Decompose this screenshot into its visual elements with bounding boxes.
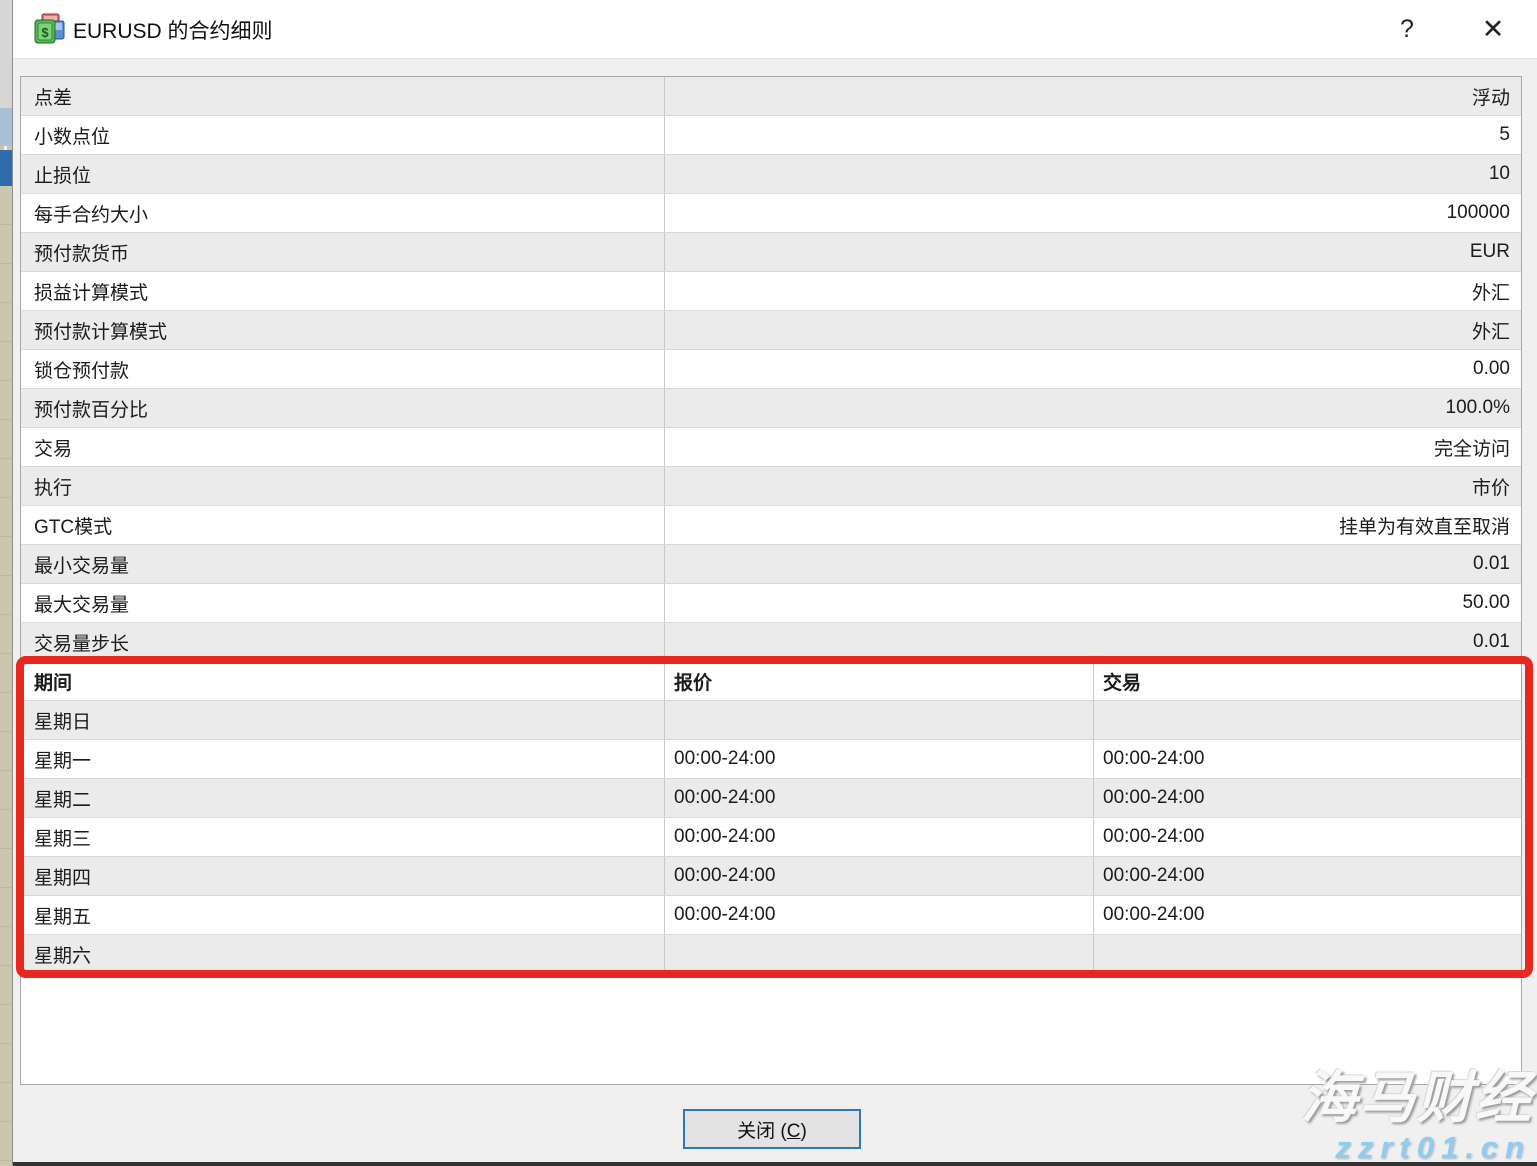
spec-label: 损益计算模式 bbox=[21, 272, 665, 310]
session-quotes: 00:00-24:00 bbox=[665, 779, 1094, 817]
session-day: 星期一 bbox=[21, 740, 665, 778]
spec-value: 完全访问 bbox=[665, 428, 1521, 466]
session-quotes: 00:00-24:00 bbox=[665, 740, 1094, 778]
spec-label: 预付款货币 bbox=[21, 233, 665, 271]
spec-label: 止损位 bbox=[21, 155, 665, 193]
session-day: 星期日 bbox=[21, 701, 665, 739]
session-trade bbox=[1094, 701, 1521, 739]
session-day: 星期五 bbox=[21, 896, 665, 934]
close-button-label: 关闭 (C) bbox=[737, 1116, 807, 1143]
spec-row: 预付款计算模式 外汇 bbox=[21, 311, 1521, 350]
spec-label: 每手合约大小 bbox=[21, 194, 665, 232]
session-day: 星期六 bbox=[21, 935, 665, 973]
background-window-border bbox=[12, 0, 13, 1166]
session-row: 星期日 bbox=[21, 701, 1521, 740]
background-window-edge bbox=[0, 0, 13, 1166]
session-trade: 00:00-24:00 bbox=[1094, 896, 1521, 934]
session-trade: 00:00-24:00 bbox=[1094, 740, 1521, 778]
specification-table: 点差 浮动 小数点位 5 止损位 10 每手合约大小 100000 预付款货币 … bbox=[20, 76, 1522, 1085]
spec-value: 100000 bbox=[665, 194, 1521, 232]
session-row: 星期二 00:00-24:00 00:00-24:00 bbox=[21, 779, 1521, 818]
session-trade: 00:00-24:00 bbox=[1094, 779, 1521, 817]
spec-value: 5 bbox=[665, 116, 1521, 154]
watermark-brand: 海马财经 bbox=[1301, 1053, 1533, 1134]
spec-row: GTC模式 挂单为有效直至取消 bbox=[21, 506, 1521, 545]
spec-label: 交易 bbox=[21, 428, 665, 466]
spec-row: 小数点位 5 bbox=[21, 116, 1521, 155]
contract-specification-icon: $ bbox=[33, 13, 67, 45]
spec-value: 市价 bbox=[665, 467, 1521, 505]
sessions-header-trade: 交易 bbox=[1094, 662, 1521, 700]
session-quotes: 00:00-24:00 bbox=[665, 818, 1094, 856]
session-row: 星期五 00:00-24:00 00:00-24:00 bbox=[21, 896, 1521, 935]
sessions-header-quotes: 报价 bbox=[665, 662, 1094, 700]
spec-row: 预付款百分比 100.0% bbox=[21, 389, 1521, 428]
session-trade bbox=[1094, 935, 1521, 973]
spec-value: 10 bbox=[665, 155, 1521, 193]
svg-text:$: $ bbox=[41, 25, 49, 40]
spec-value: 100.0% bbox=[665, 389, 1521, 427]
bottom-edge bbox=[13, 1162, 1537, 1166]
session-trade: 00:00-24:00 bbox=[1094, 818, 1521, 856]
spec-row: 预付款货币 EUR bbox=[21, 233, 1521, 272]
spec-label: 最小交易量 bbox=[21, 545, 665, 583]
spec-value: 50.00 bbox=[665, 584, 1521, 622]
session-quotes bbox=[665, 701, 1094, 739]
session-quotes bbox=[665, 935, 1094, 973]
sessions-header-period: 期间 bbox=[21, 662, 665, 700]
spec-row: 交易 完全访问 bbox=[21, 428, 1521, 467]
spec-label: 锁仓预付款 bbox=[21, 350, 665, 388]
session-row: 星期六 bbox=[21, 935, 1521, 974]
spec-label: 点差 bbox=[21, 77, 665, 115]
spec-row: 最大交易量 50.00 bbox=[21, 584, 1521, 623]
spec-value: 外汇 bbox=[665, 272, 1521, 310]
spec-value: 挂单为有效直至取消 bbox=[665, 506, 1521, 544]
spec-row: 每手合约大小 100000 bbox=[21, 194, 1521, 233]
spec-row: 损益计算模式 外汇 bbox=[21, 272, 1521, 311]
spec-label: GTC模式 bbox=[21, 506, 665, 544]
session-day: 星期二 bbox=[21, 779, 665, 817]
session-day: 星期四 bbox=[21, 857, 665, 895]
spec-row: 锁仓预付款 0.00 bbox=[21, 350, 1521, 389]
dialog-titlebar: $ EURUSD 的合约细则 ? ✕ bbox=[13, 0, 1537, 59]
spec-row: 交易量步长 0.01 bbox=[21, 623, 1521, 662]
dialog-title: EURUSD 的合约细则 bbox=[73, 15, 273, 45]
spec-row: 执行 市价 bbox=[21, 467, 1521, 506]
spec-label: 执行 bbox=[21, 467, 665, 505]
session-quotes: 00:00-24:00 bbox=[665, 896, 1094, 934]
spec-row: 点差 浮动 bbox=[21, 77, 1521, 116]
session-row: 星期三 00:00-24:00 00:00-24:00 bbox=[21, 818, 1521, 857]
close-button[interactable]: 关闭 (C) bbox=[683, 1109, 861, 1149]
spec-label: 预付款计算模式 bbox=[21, 311, 665, 349]
session-trade: 00:00-24:00 bbox=[1094, 857, 1521, 895]
close-icon[interactable]: ✕ bbox=[1471, 8, 1515, 50]
spec-value: 0.00 bbox=[665, 350, 1521, 388]
spec-row: 止损位 10 bbox=[21, 155, 1521, 194]
session-row: 星期一 00:00-24:00 00:00-24:00 bbox=[21, 740, 1521, 779]
session-row: 星期四 00:00-24:00 00:00-24:00 bbox=[21, 857, 1521, 896]
watermark-url: zzrt01.cn bbox=[1335, 1130, 1531, 1166]
spec-row: 最小交易量 0.01 bbox=[21, 545, 1521, 584]
spec-value: 外汇 bbox=[665, 311, 1521, 349]
spec-label: 交易量步长 bbox=[21, 623, 665, 661]
session-quotes: 00:00-24:00 bbox=[665, 857, 1094, 895]
spec-label: 预付款百分比 bbox=[21, 389, 665, 427]
help-icon[interactable]: ? bbox=[1385, 8, 1429, 50]
spec-value: EUR bbox=[665, 233, 1521, 271]
spec-label: 最大交易量 bbox=[21, 584, 665, 622]
sessions-header-row: 期间 报价 交易 bbox=[21, 662, 1521, 701]
spec-value: 0.01 bbox=[665, 623, 1521, 661]
spec-label: 小数点位 bbox=[21, 116, 665, 154]
session-day: 星期三 bbox=[21, 818, 665, 856]
spec-value: 0.01 bbox=[665, 545, 1521, 583]
spec-value: 浮动 bbox=[665, 77, 1521, 115]
